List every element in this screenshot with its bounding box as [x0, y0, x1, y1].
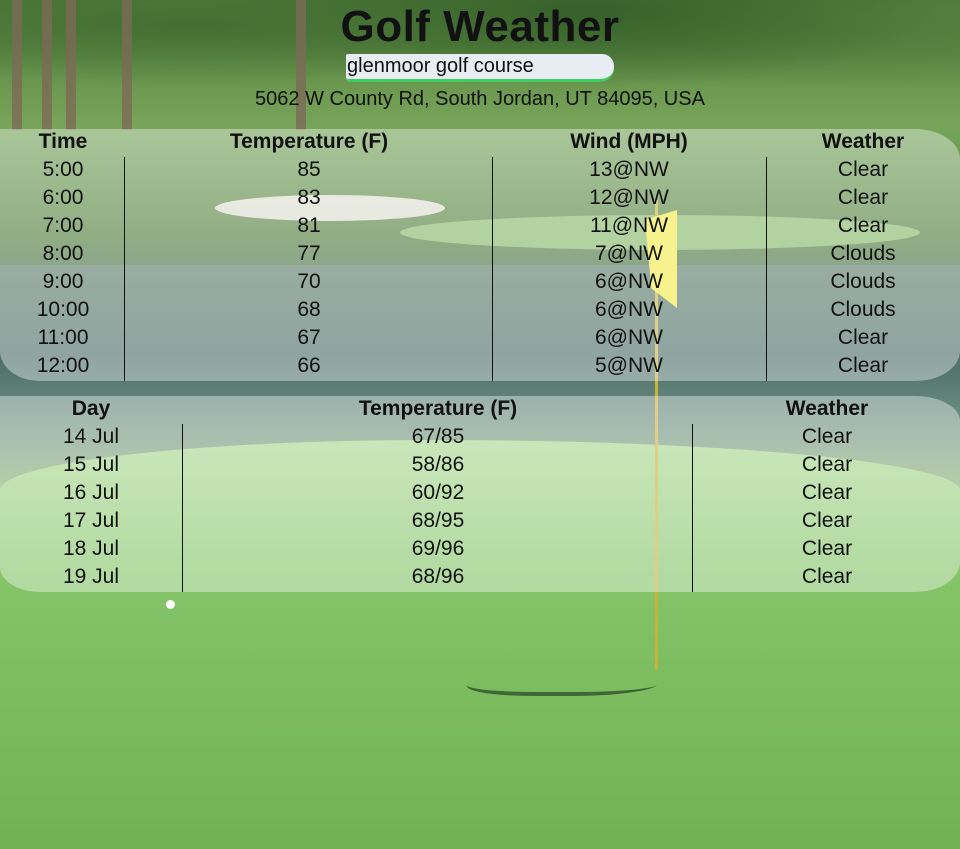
hourly-cell-time: 8:00 — [42, 242, 84, 265]
daily-cell-temperature: 60/92 — [411, 481, 465, 504]
hourly-cell-wind: 12@NW — [589, 186, 669, 209]
hourly-cell-temperature: 67 — [297, 326, 321, 349]
hourly-header-wind: Wind (MPH) — [570, 130, 688, 153]
daily-cell-temperature: 68/95 — [411, 509, 465, 532]
hourly-cell-time: 10:00 — [36, 298, 90, 321]
hourly-cell-time: 12:00 — [36, 354, 90, 377]
hourly-cell-weather: Clear — [837, 186, 889, 209]
daily-cell-day: 18 Jul — [62, 537, 120, 560]
daily-cell-weather: Clear — [801, 481, 853, 504]
daily-cell-day: 19 Jul — [62, 565, 120, 588]
hourly-cell-temperature: 70 — [297, 270, 321, 293]
daily-header-day: Day — [71, 397, 111, 420]
hourly-cell-wind: 5@NW — [595, 354, 663, 377]
hourly-header-time: Time — [38, 130, 88, 153]
hourly-cell-weather: Clouds — [830, 242, 896, 265]
column-divider — [124, 157, 125, 381]
hourly-cell-wind: 6@NW — [595, 270, 663, 293]
golf-ball — [166, 600, 175, 609]
hourly-cell-temperature: 68 — [297, 298, 321, 321]
hourly-cell-wind: 13@NW — [589, 158, 669, 181]
hourly-cell-weather: Clear — [837, 214, 889, 237]
daily-cell-day: 15 Jul — [62, 453, 120, 476]
daily-cell-temperature: 68/96 — [411, 565, 465, 588]
daily-cell-day: 16 Jul — [62, 481, 120, 504]
hourly-cell-time: 7:00 — [42, 214, 84, 237]
daily-cell-day: 17 Jul — [62, 509, 120, 532]
hourly-cell-temperature: 85 — [297, 158, 321, 181]
page-title: Golf Weather — [340, 2, 620, 51]
column-divider — [492, 157, 493, 381]
hourly-cell-time: 6:00 — [42, 186, 84, 209]
daily-cell-weather: Clear — [801, 565, 853, 588]
daily-header-temperature: Temperature (F) — [358, 397, 518, 420]
daily-cell-weather: Clear — [801, 509, 853, 532]
hourly-cell-weather: Clear — [837, 354, 889, 377]
hourly-cell-time: 9:00 — [42, 270, 84, 293]
hourly-cell-temperature: 83 — [297, 186, 321, 209]
daily-header-weather: Weather — [785, 397, 869, 420]
daily-cell-day: 14 Jul — [62, 425, 120, 448]
search-input[interactable] — [346, 54, 614, 82]
hourly-cell-weather: Clouds — [830, 270, 896, 293]
hourly-cell-temperature: 66 — [297, 354, 321, 377]
hourly-cell-wind: 6@NW — [595, 298, 663, 321]
daily-cell-temperature: 69/96 — [411, 537, 465, 560]
daily-cell-weather: Clear — [801, 537, 853, 560]
hourly-cell-weather: Clouds — [830, 298, 896, 321]
hourly-cell-temperature: 81 — [297, 214, 321, 237]
column-divider — [692, 424, 693, 592]
column-divider — [182, 424, 183, 592]
address-text: 5062 W County Rd, South Jordan, UT 84095… — [255, 88, 705, 110]
hourly-cell-weather: Clear — [837, 158, 889, 181]
daily-cell-temperature: 67/85 — [411, 425, 465, 448]
hourly-cell-wind: 11@NW — [589, 214, 669, 237]
hourly-header-temperature: Temperature (F) — [229, 130, 389, 153]
daily-cell-temperature: 58/86 — [411, 453, 465, 476]
hourly-cell-wind: 6@NW — [595, 326, 663, 349]
hourly-cell-temperature: 77 — [297, 242, 321, 265]
daily-cell-weather: Clear — [801, 453, 853, 476]
hourly-cell-wind: 7@NW — [595, 242, 663, 265]
daily-cell-weather: Clear — [801, 425, 853, 448]
hourly-cell-time: 11:00 — [37, 326, 89, 349]
hourly-cell-time: 5:00 — [42, 158, 84, 181]
column-divider — [766, 157, 767, 381]
hourly-header-weather: Weather — [821, 130, 905, 153]
hourly-cell-weather: Clear — [837, 326, 889, 349]
